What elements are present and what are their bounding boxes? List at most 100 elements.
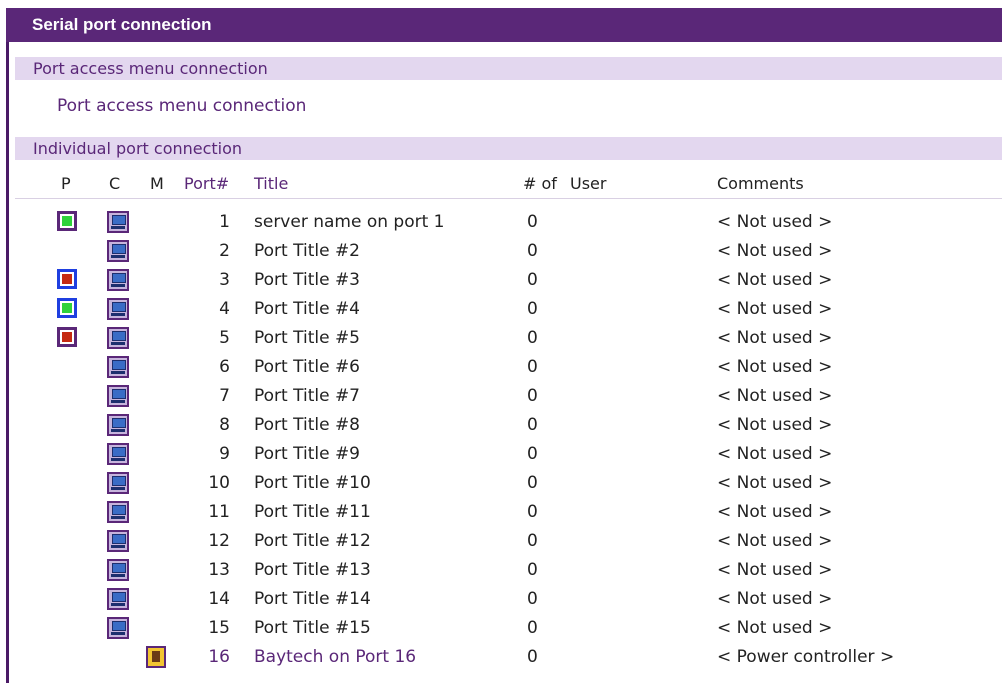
port-number: 11 [208,502,230,522]
section-header-menu: Port access menu connection [15,57,1002,80]
power-status-icon[interactable] [57,298,77,318]
session-count: 0 [527,502,538,522]
port-number: 12 [208,531,230,551]
port-number: 9 [219,444,230,464]
session-count: 0 [527,357,538,377]
port-title: Port Title #3 [254,270,361,290]
session-count: 0 [527,299,538,319]
computer-connect-icon[interactable] [107,385,129,407]
port-number: 15 [208,618,230,638]
column-header-c: C [109,174,121,193]
table-row: 9 Port Title #9 0 < Not used > [0,441,1002,470]
table-row: 2 Port Title #2 0 < Not used > [0,238,1002,267]
port-title: Port Title #5 [254,328,361,348]
port-comment: < Not used > [717,473,833,493]
computer-connect-icon[interactable] [107,414,129,436]
port-title: Port Title #6 [254,357,361,377]
session-count: 0 [527,473,538,493]
column-header-user: User [570,174,607,193]
port-title: server name on port 1 [254,212,445,232]
session-count: 0 [527,589,538,609]
port-comment: < Not used > [717,212,833,232]
session-count: 0 [527,270,538,290]
table-row: 12 Port Title #12 0 < Not used > [0,528,1002,557]
computer-connect-icon[interactable] [107,443,129,465]
session-count: 0 [527,531,538,551]
computer-connect-icon[interactable] [107,298,129,320]
column-header-count: # of [523,174,557,193]
port-title: Port Title #8 [254,415,361,435]
port-comment: < Not used > [717,241,833,261]
port-comment: < Not used > [717,299,833,319]
power-status-icon[interactable] [57,269,77,289]
table-row: 14 Port Title #14 0 < Not used > [0,586,1002,615]
port-number: 10 [208,473,230,493]
computer-connect-icon[interactable] [107,240,129,262]
table-row: 10 Port Title #10 0 < Not used > [0,470,1002,499]
table-row: 3 Port Title #3 0 < Not used > [0,267,1002,296]
port-number: 14 [208,589,230,609]
table-row: 16 Baytech on Port 16 0 < Power controller … [0,644,1002,673]
computer-connect-icon[interactable] [107,530,129,552]
power-status-icon[interactable] [57,327,77,347]
computer-connect-icon[interactable] [107,617,129,639]
computer-connect-icon[interactable] [107,356,129,378]
power-plug-icon[interactable] [146,646,166,668]
power-status-icon[interactable] [57,211,77,231]
port-number: 5 [219,328,230,348]
port-access-menu-link[interactable]: Port access menu connection [57,96,306,116]
port-comment: < Not used > [717,415,833,435]
computer-connect-icon[interactable] [107,588,129,610]
port-comment: < Not used > [717,357,833,377]
header-divider [15,198,1002,199]
port-title: Port Title #9 [254,444,361,464]
port-number: 8 [219,415,230,435]
computer-connect-icon[interactable] [107,269,129,291]
computer-connect-icon[interactable] [107,327,129,349]
port-title: Port Title #4 [254,299,361,319]
port-number: 13 [208,560,230,580]
port-number[interactable]: 16 [190,646,230,668]
column-header-p: P [61,174,71,193]
port-comment: < Not used > [717,270,833,290]
table-row: 15 Port Title #15 0 < Not used > [0,615,1002,644]
session-count: 0 [527,241,538,261]
port-number: 6 [219,357,230,377]
port-comment: < Not used > [717,386,833,406]
port-comment: < Not used > [717,502,833,522]
table-row: 13 Port Title #13 0 < Not used > [0,557,1002,586]
computer-connect-icon[interactable] [107,211,129,233]
table-row: 1 server name on port 1 0 < Not used > [0,209,1002,238]
computer-connect-icon[interactable] [107,559,129,581]
serial-port-panel: Serial port connection Port access menu … [0,0,1002,683]
port-comment: < Not used > [717,531,833,551]
table-row: 6 Port Title #6 0 < Not used > [0,354,1002,383]
page-title: Serial port connection [6,8,1002,42]
port-title: Port Title #13 [254,560,371,580]
session-count: 0 [527,444,538,464]
section-header-individual: Individual port connection [15,137,1002,160]
computer-connect-icon[interactable] [107,501,129,523]
port-title: Port Title #12 [254,531,371,551]
port-comment: < Not used > [717,560,833,580]
session-count: 0 [527,415,538,435]
table-row: 8 Port Title #8 0 < Not used > [0,412,1002,441]
port-title: Port Title #2 [254,241,361,261]
port-title[interactable]: Baytech on Port 16 [254,646,416,668]
port-comment: < Not used > [717,589,833,609]
session-count: 0 [527,386,538,406]
port-number: 3 [219,270,230,290]
table-row: 11 Port Title #11 0 < Not used > [0,499,1002,528]
session-count: 0 [527,560,538,580]
table-row: 7 Port Title #7 0 < Not used > [0,383,1002,412]
computer-connect-icon[interactable] [107,472,129,494]
column-header-port: Port# [184,174,230,193]
session-count: 0 [527,618,538,638]
port-title: Port Title #7 [254,386,361,406]
port-title: Port Title #11 [254,502,371,522]
port-number: 7 [219,386,230,406]
column-header-title: Title [254,174,289,193]
port-number: 2 [219,241,230,261]
table-row: 4 Port Title #4 0 < Not used > [0,296,1002,325]
session-count: 0 [527,212,538,232]
